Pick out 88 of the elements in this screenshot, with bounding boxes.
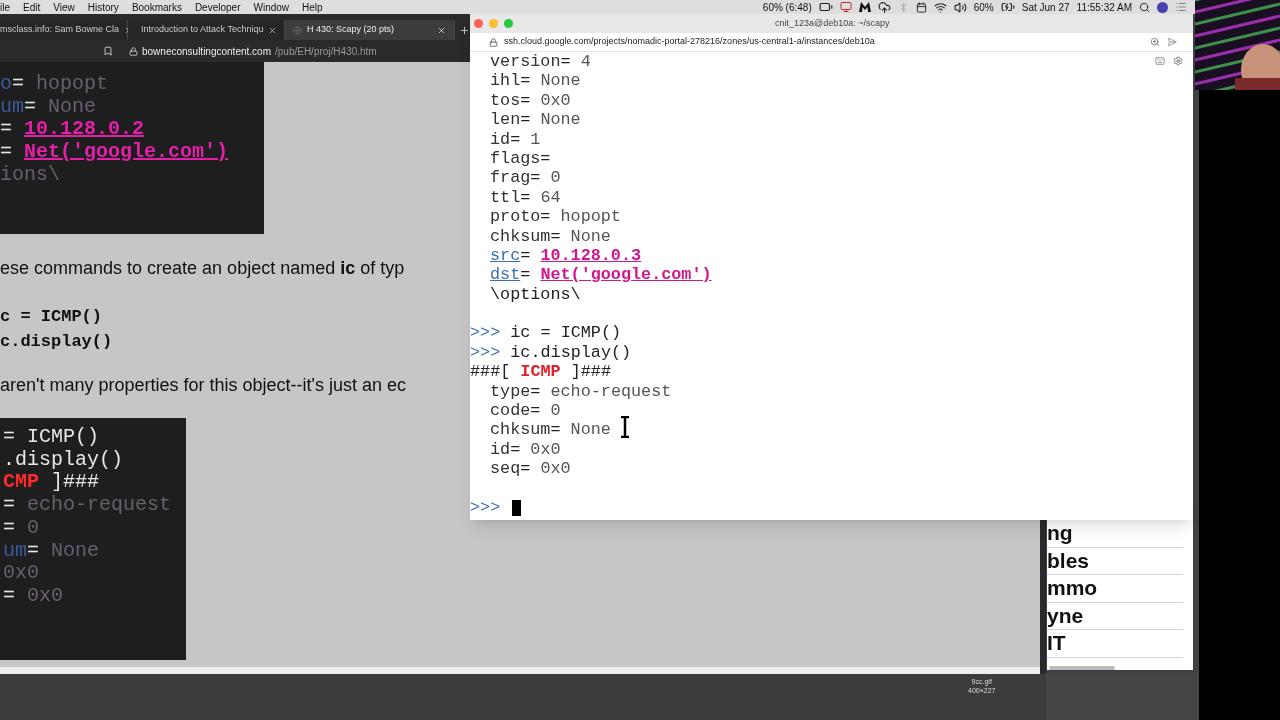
- calendar-icon[interactable]: [915, 1, 927, 13]
- menu-item[interactable]: History: [87, 0, 119, 15]
- tab-title: Introduction to Attack Techniqu: [141, 23, 264, 37]
- scrollbar-thumb[interactable]: [1049, 665, 1115, 670]
- code-line: = 0: [3, 516, 40, 540]
- code-line: 0x0: [3, 562, 39, 585]
- list-row[interactable]: yne: [1047, 602, 1183, 630]
- terminal-line: version= 4: [490, 52, 591, 72]
- code-line: c.display(): [0, 331, 113, 353]
- terminal-line: id= 1: [490, 129, 541, 149]
- new-tab-icon[interactable]: [459, 24, 470, 36]
- terminal-line: id= 0x0: [490, 439, 561, 460]
- terminal-line: chksum= None: [490, 420, 611, 440]
- menu-item[interactable]: Window: [253, 0, 290, 15]
- terminal-line: chksum= None: [490, 226, 611, 246]
- terminal-line: proto= hopopt: [490, 207, 621, 227]
- terminal-line: code= 0: [490, 401, 561, 421]
- scrollbar[interactable]: [0, 667, 1040, 674]
- code-line: = 10.128.0.2: [0, 118, 145, 142]
- code-line: c = ICMP(): [0, 306, 103, 328]
- menu-icon[interactable]: [1175, 1, 1187, 13]
- terminal-line: flags=: [490, 148, 551, 169]
- terminal-line: seq= 0x0: [490, 459, 571, 479]
- prompt: >>>: [470, 498, 501, 518]
- terminal-line: src= 10.128.0.3: [490, 245, 642, 266]
- code-line: = ICMP(): [3, 426, 99, 449]
- terminal-line: ihl= None: [490, 71, 581, 91]
- terminal-line: ttl= 64: [490, 187, 561, 208]
- menu-item[interactable]: Edit: [23, 0, 41, 15]
- browser-tab[interactable]: H 430: Scapy (20 pts): [285, 20, 455, 40]
- battery-time: 60% (6:48): [762, 0, 812, 15]
- list-row[interactable]: mmo: [1047, 575, 1183, 603]
- display-icon[interactable]: [839, 1, 852, 13]
- menu-item[interactable]: Help: [302, 0, 323, 15]
- menu-item[interactable]: ile: [0, 0, 10, 15]
- browser-tab[interactable]: Introduction to Attack Techniqu: [128, 20, 285, 40]
- code-line: ions\: [0, 163, 60, 187]
- zoom-icon[interactable]: [1150, 37, 1160, 47]
- battery-percent: 60%: [973, 0, 994, 15]
- close-icon[interactable]: [437, 25, 446, 35]
- window-title: cnit_123a@deb10a: ~/scapy: [775, 16, 890, 30]
- terminal-line: \options\: [490, 284, 581, 305]
- code-line: um= None: [0, 95, 97, 119]
- list-row[interactable]: IT: [1047, 630, 1183, 658]
- terminal-line: >>> ic = ICMP(): [470, 323, 622, 343]
- close-icon[interactable]: [268, 25, 278, 35]
- battery-icon[interactable]: [818, 0, 833, 14]
- browser-tab[interactable]: msclass.info: Sam Bowne Cla: [0, 20, 128, 40]
- url-text: ssh.cloud.google.com/projects/nomadic-portal-278216/zones/us-central1-a/instances/deb10a: [504, 35, 875, 49]
- tab-title: H 430: Scapy (20 pts): [307, 23, 395, 37]
- menu-item[interactable]: Developer: [194, 0, 241, 15]
- list-row[interactable]: bles: [1047, 547, 1183, 575]
- menu-item[interactable]: View: [53, 0, 75, 15]
- globe-icon: [293, 25, 302, 35]
- terminal-line: >>> ic.display(): [470, 342, 632, 363]
- code-line: um= None: [3, 539, 100, 563]
- wifi-icon[interactable]: [933, 0, 947, 14]
- volume-icon[interactable]: [953, 0, 967, 14]
- lock-icon: [489, 37, 498, 47]
- battery-charging-icon[interactable]: [1000, 0, 1015, 14]
- paragraph: aren't many properties for this object--it's just an ec: [0, 374, 407, 397]
- terminal-line: tos= 0x0: [490, 90, 571, 111]
- code-line: = Net('google.com'): [0, 141, 229, 164]
- terminal-line: len= None: [490, 110, 581, 130]
- code-line: o= hopopt: [0, 73, 109, 96]
- terminal-line: dst= Net('google.com'): [490, 265, 712, 285]
- menu-date: Sat Jun 27: [1021, 0, 1070, 15]
- lock-icon: [129, 46, 138, 56]
- code-line: CMP ]###: [3, 471, 100, 495]
- settings-icon[interactable]: [1173, 56, 1183, 66]
- code-line: = echo-request: [3, 494, 172, 517]
- m-logo-icon[interactable]: [858, 2, 871, 12]
- search-icon[interactable]: [1139, 1, 1150, 13]
- paragraph: ese commands to create an object named ic of typ: [0, 257, 405, 280]
- text-cursor-icon: [620, 416, 630, 438]
- code-line: .display(): [3, 448, 124, 472]
- cloud-upload-icon[interactable]: [877, 0, 891, 14]
- terminal-line: type= echo-request: [490, 381, 672, 402]
- siri-icon[interactable]: [1157, 1, 1168, 13]
- menu-item[interactable]: Bookmarks: [131, 0, 182, 15]
- terminal-line: ###[ ICMP ]###: [470, 362, 611, 382]
- tab-title: msclass.info: Sam Bowne Cla: [0, 23, 120, 37]
- text-cursor: [512, 499, 522, 516]
- terminal-line: frag= 0: [490, 168, 561, 188]
- code-line: = 0x0: [3, 584, 64, 608]
- menu-time: 11:55:32 AM: [1076, 0, 1132, 15]
- bookmark-icon[interactable]: [103, 46, 113, 56]
- address-field[interactable]: bowneconsultingcontent.com /pub/EH/proj/H430.htm: [129, 43, 377, 59]
